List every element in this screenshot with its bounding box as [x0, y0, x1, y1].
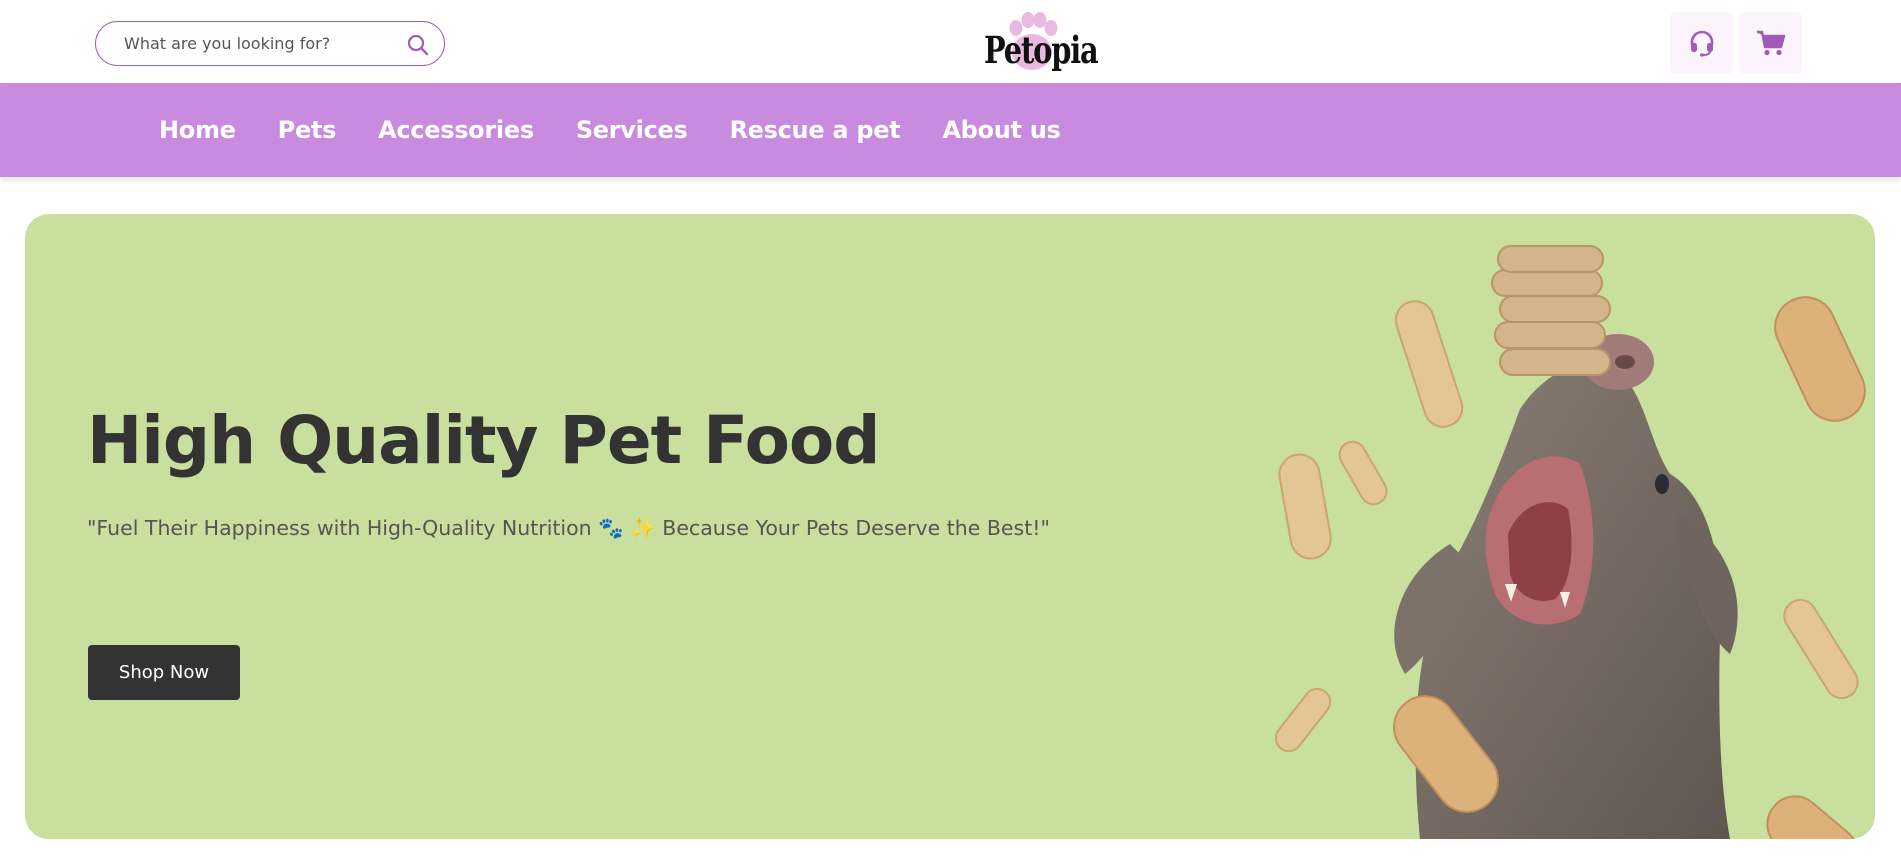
- search-icon[interactable]: [406, 33, 430, 57]
- hero-subtitle: "Fuel Their Happiness with High-Quality …: [87, 516, 1050, 540]
- nav-item-accessories[interactable]: Accessories: [378, 116, 534, 144]
- support-button[interactable]: [1670, 12, 1733, 74]
- search-bar: [95, 21, 445, 66]
- nav-item-services[interactable]: Services: [576, 116, 688, 144]
- logo-text: Petopia: [984, 28, 1099, 72]
- hero-banner: High Quality Pet Food "Fuel Their Happin…: [25, 214, 1875, 839]
- nav-item-pets[interactable]: Pets: [278, 116, 337, 144]
- hero-title: High Quality Pet Food: [87, 402, 880, 479]
- cart-icon: [1756, 30, 1785, 56]
- cart-button[interactable]: [1739, 12, 1802, 74]
- top-header: Petopia: [0, 0, 1901, 83]
- logo[interactable]: Petopia: [980, 12, 1099, 74]
- nav-item-rescue[interactable]: Rescue a pet: [729, 116, 900, 144]
- shop-now-button[interactable]: Shop Now: [88, 645, 240, 700]
- nav-item-home[interactable]: Home: [159, 116, 236, 144]
- search-input[interactable]: [124, 34, 394, 53]
- headset-icon: [1690, 30, 1713, 57]
- dog-treats-image: [1274, 245, 1866, 839]
- nav-menu: Home Pets Accessories Services Rescue a …: [159, 83, 1103, 177]
- main-nav: Home Pets Accessories Services Rescue a …: [0, 83, 1901, 177]
- nav-item-about[interactable]: About us: [942, 116, 1060, 144]
